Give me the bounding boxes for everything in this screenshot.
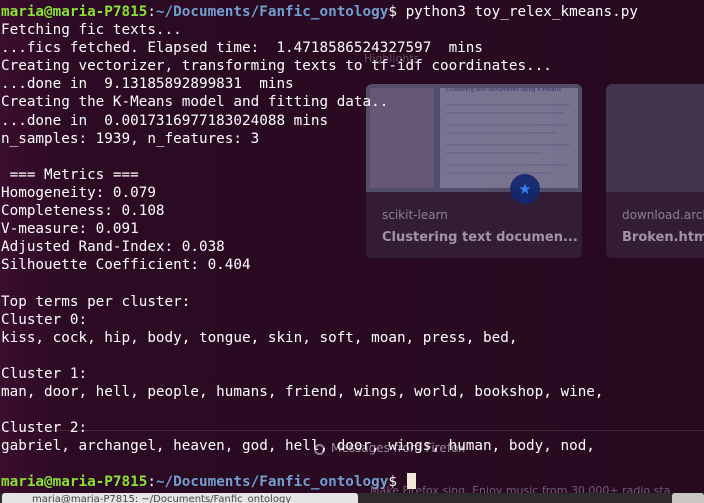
output-line: Top terms per cluster: — [1, 293, 191, 310]
output-line: === Metrics === — [1, 166, 139, 183]
terminal-window[interactable]: Highlights Clustering text documents usi… — [0, 0, 704, 493]
prompt-path: ~/Documents/Fanfic_ontology — [155, 474, 389, 491]
output-line: Cluster 2: — [1, 420, 88, 437]
prompt-symbol: $ — [388, 4, 397, 20]
output-line: V-measure: 0.091 — [1, 221, 139, 238]
prompt-user-host: maria@maria-P7815 — [1, 4, 148, 20]
taskbar-window-button[interactable]: maria@maria-P7815: ~/Documents/Fanfic_on… — [2, 493, 358, 503]
prompt-user-host: maria@maria-P7815 — [1, 474, 148, 491]
output-line: man, door, hell, people, humans, friend,… — [1, 383, 604, 400]
final-prompt-line[interactable]: maria@maria-P7815:~/Documents/Fanfic_ont… — [1, 473, 704, 491]
output-line: ...done in 0.0017316977183024088 mins — [1, 112, 329, 129]
prompt-path: ~/Documents/Fanfic_ontology — [155, 4, 389, 20]
taskbar: maria@maria-P7815: ~/Documents/Fanfic_on… — [0, 493, 704, 503]
output-line: Completeness: 0.108 — [1, 203, 165, 220]
output-line: Cluster 1: — [1, 365, 88, 382]
command-line: maria@maria-P7815:~/Documents/Fanfic_ont… — [1, 3, 704, 21]
output-line: Silhouette Coefficient: 0.404 — [1, 257, 251, 274]
command-text: python3 toy_relex_kmeans.py — [405, 4, 638, 20]
output-line: kiss, cock, hip, body, tongue, skin, sof… — [1, 329, 518, 346]
prompt-colon: : — [147, 4, 156, 20]
terminal-output: maria@maria-P7815:~/Documents/Fanfic_ont… — [1, 3, 704, 492]
taskbar-button[interactable] — [672, 493, 704, 503]
output-line: gabriel, archangel, heaven, god, hell, d… — [1, 438, 595, 455]
output-line: Homogeneity: 0.079 — [1, 184, 156, 201]
output-line: n_samples: 1939, n_features: 3 — [1, 130, 260, 147]
output-line: Cluster 0: — [1, 311, 88, 328]
output-line: ...fics fetched. Elapsed time: 1.4718586… — [1, 40, 484, 57]
output-line: Creating the K-Means model and fitting d… — [1, 94, 389, 111]
output-line: Adjusted Rand-Index: 0.038 — [1, 239, 225, 256]
output-line: ...done in 9.13185892899831 mins — [1, 76, 294, 93]
text-cursor — [406, 473, 416, 490]
prompt-symbol: $ — [388, 474, 397, 491]
output-line: Creating vectorizer, transforming texts … — [1, 58, 552, 75]
output-line: Fetching fic texts... — [1, 22, 182, 39]
prompt-colon: : — [147, 474, 156, 491]
